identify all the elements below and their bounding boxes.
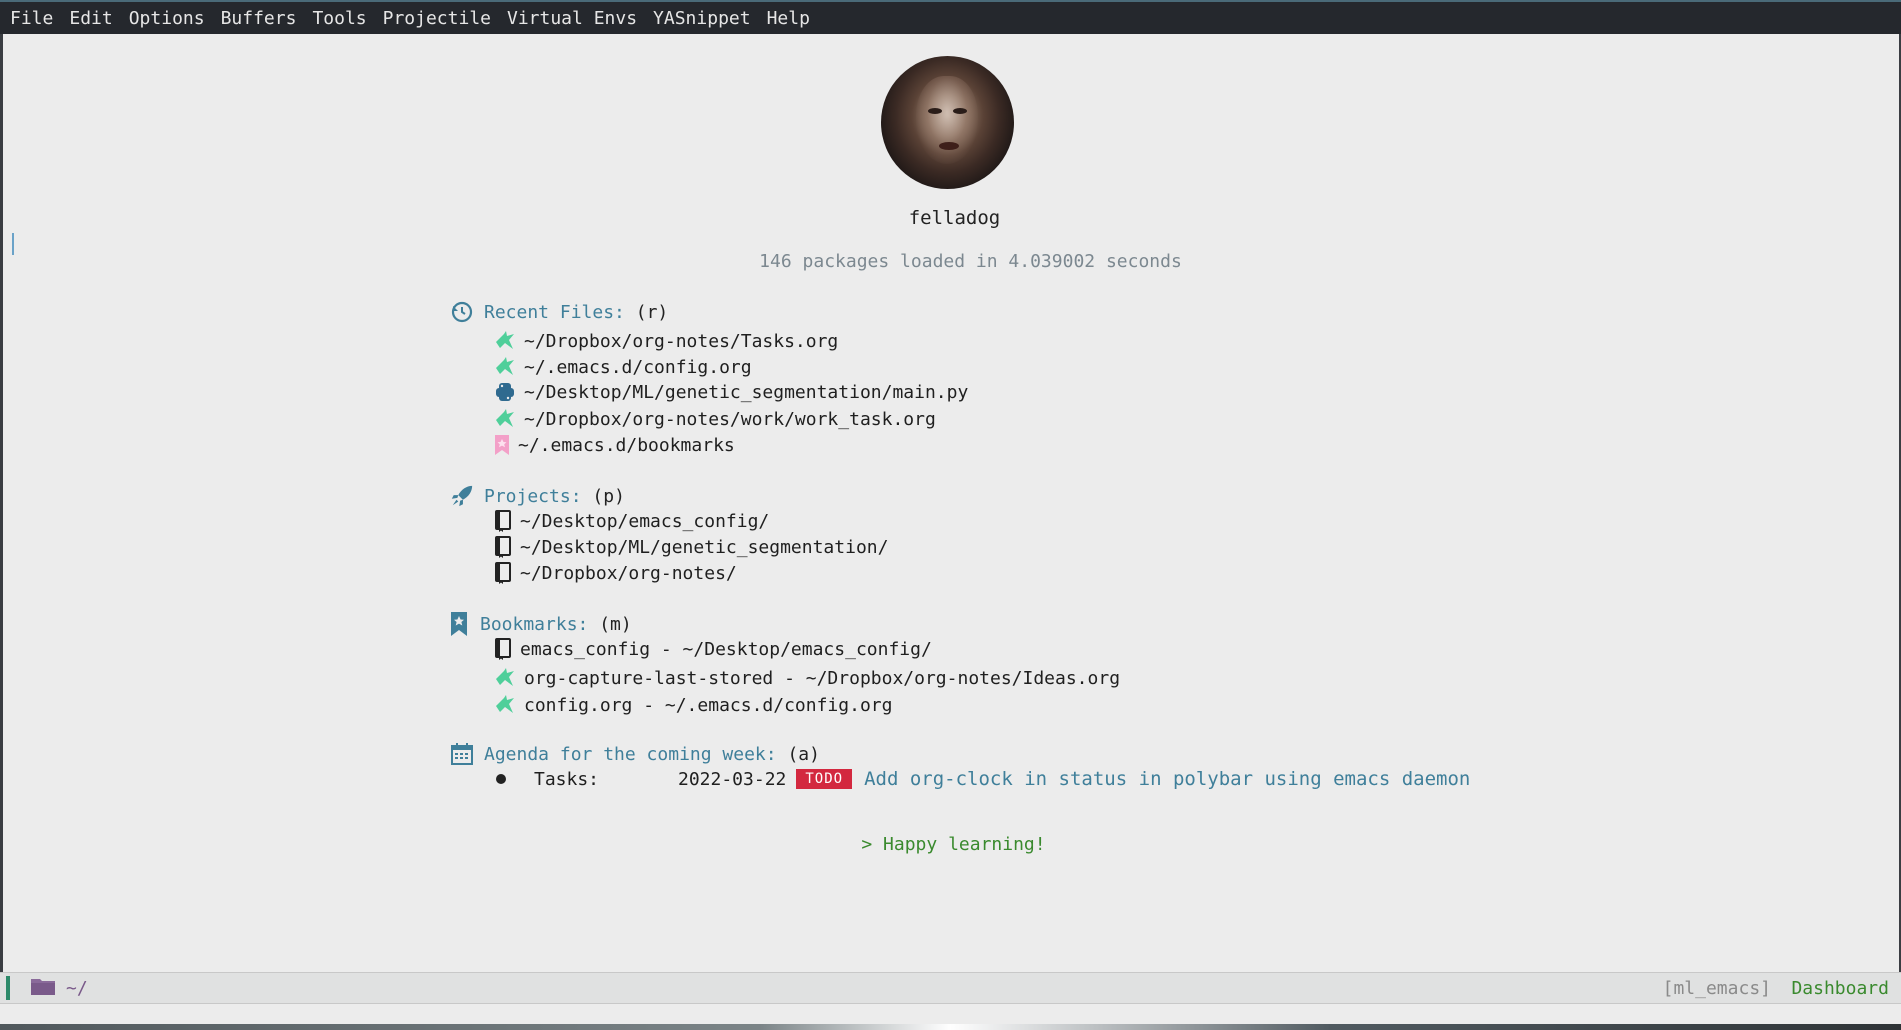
agenda-date: 2022-03-22 (678, 768, 787, 790)
recent-file-item[interactable]: ~/Dropbox/org-notes/Tasks.org (494, 328, 838, 354)
menu-options[interactable]: Options (129, 8, 205, 29)
recent-file-label: ~/Dropbox/org-notes/Tasks.org (524, 330, 839, 352)
menu-help[interactable]: Help (767, 8, 810, 29)
menu-tools[interactable]: Tools (312, 8, 366, 29)
agenda-header[interactable]: Agenda for the coming week: (a) (450, 740, 820, 768)
recent-file-label: ~/.emacs.d/bookmarks (518, 434, 735, 456)
projects-header[interactable]: Projects: (p) (450, 482, 625, 510)
frame-left-border (0, 34, 3, 1030)
projects-title: Projects: (484, 485, 582, 507)
agenda-category: Tasks: (534, 768, 600, 790)
bookmark-label: config.org - ~/.emacs.d/config.org (524, 694, 893, 716)
history-icon (450, 300, 474, 324)
bookmark-file-icon (494, 434, 510, 456)
menu-bar: File Edit Options Buffers Tools Projecti… (0, 0, 1901, 34)
bullet-icon (496, 774, 506, 784)
project-label: ~/Dropbox/org-notes/ (520, 562, 737, 584)
recent-file-label: ~/Dropbox/org-notes/work/work_task.org (524, 408, 936, 430)
emacs-frame: File Edit Options Buffers Tools Projecti… (0, 0, 1901, 1030)
calendar-icon (450, 742, 474, 766)
project-label: ~/Desktop/emacs_config/ (520, 510, 770, 532)
modeline-major-mode[interactable]: Dashboard (1791, 978, 1889, 999)
project-item[interactable]: ~/Desktop/ML/genetic_segmentation/ (494, 534, 888, 560)
recent-file-label: ~/Desktop/ML/genetic_segmentation/main.p… (524, 381, 969, 403)
username: felladog (908, 207, 1001, 229)
agenda-item[interactable]: Tasks: 2022-03-22 TODO Add org-clock in … (494, 766, 1470, 792)
repo-book-icon (494, 562, 512, 584)
project-label: ~/Desktop/ML/genetic_segmentation/ (520, 536, 889, 558)
footer-message: > Happy learning! (861, 834, 1046, 855)
bookmark-item[interactable]: config.org - ~/.emacs.d/config.org (494, 692, 892, 718)
bookmark-label: org-capture-last-stored - ~/Dropbox/org-… (524, 667, 1121, 689)
recent-file-item[interactable]: ~/.emacs.d/bookmarks (494, 432, 735, 458)
repo-book-icon (494, 638, 512, 660)
modeline-venv[interactable]: [ml_emacs] (1663, 978, 1771, 999)
recent-file-item[interactable]: ~/.emacs.d/config.org (494, 354, 752, 380)
python-icon (494, 381, 516, 403)
bookmark-item[interactable]: org-capture-last-stored - ~/Dropbox/org-… (494, 665, 1120, 691)
repo-book-icon (494, 536, 512, 558)
recent-file-item[interactable]: ~/Desktop/ML/genetic_segmentation/main.p… (494, 379, 968, 405)
project-item[interactable]: ~/Dropbox/org-notes/ (494, 560, 737, 586)
recent-files-header[interactable]: Recent Files: (r) (450, 298, 668, 326)
menu-file[interactable]: File (10, 8, 53, 29)
bookmark-icon (450, 612, 468, 636)
projects-key: (p) (592, 485, 625, 507)
recent-files-title: Recent Files: (484, 301, 625, 323)
org-unicorn-icon (494, 694, 516, 716)
rocket-icon (450, 484, 474, 508)
bookmarks-key: (m) (599, 613, 632, 635)
project-item[interactable]: ~/Desktop/emacs_config/ (494, 508, 769, 534)
avatar (881, 56, 1014, 189)
menu-buffers[interactable]: Buffers (221, 8, 297, 29)
desktop-background-strip (0, 1024, 1901, 1030)
recent-file-label: ~/.emacs.d/config.org (524, 356, 752, 378)
menu-yasnippet[interactable]: YASnippet (653, 8, 751, 29)
modeline-indicator (6, 976, 10, 1000)
org-unicorn-icon (494, 667, 516, 689)
repo-book-icon (494, 510, 512, 532)
bookmark-item[interactable]: emacs_config - ~/Desktop/emacs_config/ (494, 636, 932, 662)
bookmarks-header[interactable]: Bookmarks: (m) (450, 610, 632, 638)
org-unicorn-icon (494, 330, 516, 352)
bookmark-label: emacs_config - ~/Desktop/emacs_config/ (520, 638, 932, 660)
mode-line: ~/ [ml_emacs] Dashboard (0, 972, 1901, 1004)
agenda-task-text: Add org-clock in status in polybar using… (864, 768, 1471, 790)
recent-files-key: (r) (635, 301, 669, 323)
org-unicorn-icon (494, 408, 516, 430)
folder-icon (30, 976, 56, 1001)
bookmarks-title: Bookmarks: (480, 613, 589, 635)
recent-file-item[interactable]: ~/Dropbox/org-notes/work/work_task.org (494, 406, 936, 432)
menu-projectile[interactable]: Projectile (383, 8, 491, 29)
load-info: 146 packages loaded in 4.039002 seconds (759, 251, 1182, 272)
menu-edit[interactable]: Edit (69, 8, 112, 29)
todo-badge: TODO (796, 769, 853, 789)
agenda-title: Agenda for the coming week: (484, 743, 777, 765)
org-unicorn-icon (494, 356, 516, 378)
modeline-path: ~/ (66, 977, 88, 999)
agenda-key: (a) (787, 743, 820, 765)
menu-virtual-envs[interactable]: Virtual Envs (507, 8, 637, 29)
